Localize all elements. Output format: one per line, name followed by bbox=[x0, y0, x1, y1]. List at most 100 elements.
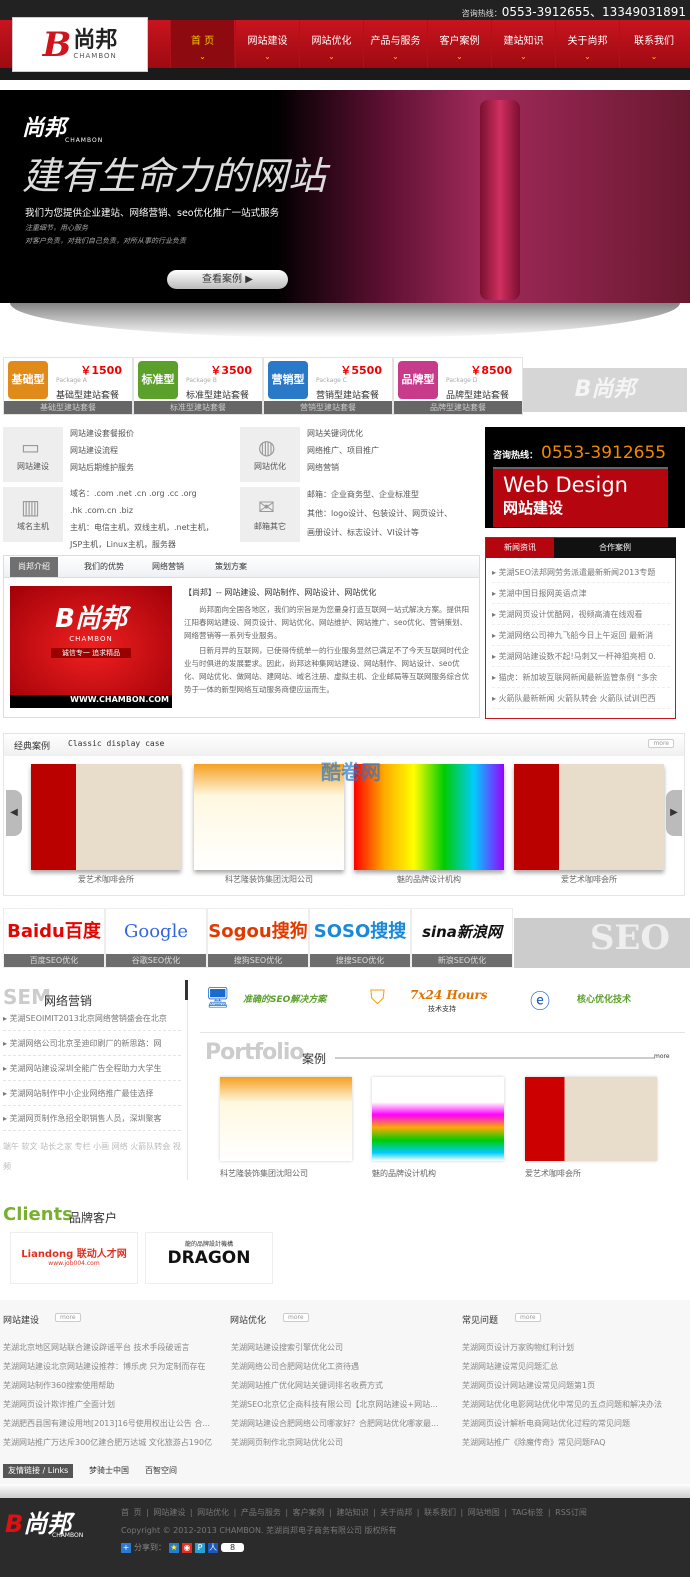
view-cases-button[interactable]: 查看案例 ▶ bbox=[167, 270, 288, 289]
more-link[interactable]: more bbox=[654, 1053, 670, 1060]
nav-cases[interactable]: 客户案例 ⌄ bbox=[427, 20, 491, 68]
footer-link[interactable]: 芜湖网页制作北京网站优化公司 bbox=[231, 1437, 456, 1448]
engine-baidu[interactable]: Baidu百度 百度SEO优化 bbox=[3, 908, 105, 968]
news-item[interactable]: ▸ 芜湖网站建设数不起!马刺又一杆神狙亮相 0. bbox=[492, 646, 670, 667]
more-button[interactable]: more bbox=[283, 1313, 309, 1322]
carousel-next-button[interactable]: ▶ bbox=[666, 790, 682, 836]
footer-link[interactable]: 芜湖网页设计网站建设常见问题第1页 bbox=[462, 1380, 688, 1391]
package-card[interactable]: 营销型 ￥5500 Package C 营销型建站套餐 营销型建站套餐 bbox=[263, 357, 393, 415]
service-website-build[interactable]: ▭ 网站建设 bbox=[3, 427, 63, 482]
qzone-icon[interactable]: ★ bbox=[169, 1542, 179, 1553]
sem-item[interactable]: ▸ 芜湖网站建设深圳全能广告全程助力大学生 bbox=[3, 1056, 181, 1081]
footer-link[interactable]: 芜湖网站建设合肥网络公司哪家好？合肥网站优化哪家最... bbox=[231, 1418, 456, 1429]
service-domain-host[interactable]: ▥ 域名主机 bbox=[3, 487, 63, 542]
footer-link[interactable]: 芜湖网页设计欺诈推广全面计划 bbox=[3, 1399, 228, 1410]
footer-link[interactable]: 芜湖网站制作360搜索使用帮助 bbox=[3, 1380, 228, 1391]
envelope-icon: ✉ bbox=[258, 495, 275, 519]
news-item[interactable]: ▸ 猫虎：新加坡互联网新闻最新监管条例 “多余 bbox=[492, 667, 670, 688]
tag-cloud[interactable]: 端午 软文 站长之家 专栏 小画 网络 火箭队转会 视频 bbox=[3, 1137, 181, 1177]
tencent-icon[interactable]: P bbox=[195, 1542, 205, 1553]
tab-planning[interactable]: 策划方案 bbox=[207, 557, 255, 577]
portfolio-caption[interactable]: 魅的品牌设计机构 bbox=[372, 1168, 436, 1179]
portfolio-caption[interactable]: 爱艺术咖啡会所 bbox=[525, 1168, 581, 1179]
sem-item[interactable]: ▸ 芜湖网页制作急招全职销售人员，深圳聚客 bbox=[3, 1106, 181, 1131]
case-caption[interactable]: 魅的品牌设计机构 bbox=[354, 874, 504, 885]
service-links: 邮箱：企业商务型、企业标准型 其他：logo设计、包装设计、网页设计、 画册设计、标… bbox=[307, 490, 453, 537]
footer-link[interactable]: 芜湖北京地区网站联合建设辟谣平台 技术手段破谣言 bbox=[3, 1342, 228, 1353]
chevron-down-icon: ⌄ bbox=[264, 52, 271, 61]
portfolio-thumbnail[interactable] bbox=[525, 1077, 657, 1161]
nav-website-build[interactable]: 网站建设 ⌄ bbox=[235, 20, 299, 68]
carousel-prev-button[interactable]: ◀ bbox=[6, 790, 22, 836]
footer-link[interactable]: 芜湖网络公司合肥网站优化工资待遇 bbox=[231, 1361, 456, 1372]
footer-link[interactable]: 芜湖网站建设搜索引擎优化公司 bbox=[231, 1342, 456, 1353]
sem-item[interactable]: ▸ 芜湖SEOIMIT2013北京网络营销盛会在北京 bbox=[3, 1006, 181, 1031]
footer-link[interactable]: 芜湖网站推广《除魔传奇》常见问题FAQ bbox=[462, 1437, 688, 1448]
news-item[interactable]: ▸ 芜湖网络公司神九飞船今日上午返回 最新消 bbox=[492, 625, 670, 646]
service-links: 网站建设套餐报价 网站建设流程 网站后期维护服务 bbox=[70, 429, 134, 472]
footer-link[interactable]: 芜湖网站建设北京网站建设推荐：博乐虎 只为定制而存在 bbox=[3, 1361, 228, 1372]
portfolio-thumbnail[interactable] bbox=[372, 1077, 504, 1161]
portfolio-thumbnail[interactable] bbox=[220, 1077, 352, 1161]
nav-about[interactable]: 关于尚邦 ⌄ bbox=[555, 20, 619, 68]
more-button[interactable]: more bbox=[55, 1313, 81, 1322]
sem-item[interactable]: ▸ 芜湖网站制作中小企业网络推广最佳选择 bbox=[3, 1081, 181, 1106]
nav-home[interactable]: 首 页 ⌄ bbox=[170, 20, 234, 68]
chevron-down-icon: ⌄ bbox=[456, 52, 463, 61]
tab-intro[interactable]: 尚邦介绍 bbox=[10, 557, 58, 577]
news-item[interactable]: ▸ 火箭队最新新闻 火箭队转会 火箭队试训巴西 bbox=[492, 688, 670, 709]
footer-link[interactable]: 芜湖SEO北京亿企商科技有限公司【北京网站建设+网站... bbox=[231, 1399, 456, 1410]
client-logo[interactable]: 龍的品牌設計機構 DRAGON bbox=[145, 1232, 273, 1284]
case-thumbnail[interactable] bbox=[31, 764, 181, 870]
engine-sina[interactable]: sina新浪网 新浪SEO优化 bbox=[411, 908, 513, 968]
tab-advantages[interactable]: 我们的优势 bbox=[76, 557, 132, 577]
sem-item[interactable]: ▸ 芜湖网络公司北京圣迪印刷厂的新思路：网 bbox=[3, 1031, 181, 1056]
divider bbox=[185, 980, 188, 1000]
service-mail-other[interactable]: ✉ 邮箱其它 bbox=[240, 487, 300, 542]
footer-link[interactable]: 芜湖网站推广优化网站关键词排名收费方式 bbox=[231, 1380, 456, 1391]
plus-icon[interactable]: + bbox=[121, 1542, 131, 1553]
case-caption[interactable]: 科艺隆装饰集团沈阳公司 bbox=[194, 874, 344, 885]
footer-link[interactable]: 芜湖网页设计万家购物红利计划 bbox=[462, 1342, 688, 1353]
case-caption[interactable]: 爱艺术咖啡会所 bbox=[514, 874, 664, 885]
news-item[interactable]: ▸ 芜湖SEO法邦网劳务派遣最新新闻2013专题 bbox=[492, 562, 670, 583]
browser-icon: ▭ bbox=[21, 435, 40, 459]
chevron-down-icon: ⌄ bbox=[392, 52, 399, 61]
friend-link[interactable]: 百智空间 bbox=[145, 1465, 177, 1476]
package-card[interactable]: 品牌型 ￥8500 Package D 品牌型建站套餐 品牌型建站套餐 bbox=[393, 357, 523, 415]
tab-marketing[interactable]: 网络营销 bbox=[144, 557, 192, 577]
service-seo[interactable]: ◍ 网站优化 bbox=[240, 427, 300, 482]
footer-link[interactable]: 芜湖网站建设常见问题汇总 bbox=[462, 1361, 688, 1372]
nav-seo[interactable]: 网站优化 ⌄ bbox=[299, 20, 363, 68]
portfolio-caption[interactable]: 科艺隆装饰集团沈阳公司 bbox=[220, 1168, 308, 1179]
footer-link[interactable]: 芜湖网页设计解析电商网站优化过程的常见问题 bbox=[462, 1418, 688, 1429]
chess-piece-graphic bbox=[480, 100, 520, 300]
renren-icon[interactable]: 人 bbox=[208, 1542, 218, 1553]
more-button[interactable]: more bbox=[515, 1313, 541, 1322]
weibo-icon[interactable]: ◉ bbox=[182, 1542, 192, 1553]
footer-link[interactable]: 芜湖肥西县国有建设用地[2013]16号使用权出让公告 合... bbox=[3, 1418, 228, 1429]
news-item[interactable]: ▸ 芜湖网页设计优酷网，视频高清在线观看 bbox=[492, 604, 670, 625]
section-title: 品牌客户 bbox=[69, 1211, 118, 1225]
tab-partner-cases[interactable]: 合作案例 bbox=[554, 538, 676, 558]
footer-link[interactable]: 芜湖网站优化电影网站优化中常见的五点问题和解决办法 bbox=[462, 1399, 688, 1410]
nav-contact[interactable]: 联系我们 ⌄ bbox=[619, 20, 688, 68]
footer-link[interactable]: 芜湖网站推广万达斥300亿建合肥万达城 文化旅游占190亿 bbox=[3, 1437, 228, 1448]
site-logo[interactable]: B 尚邦 CHAMBON bbox=[12, 17, 148, 72]
engine-soso[interactable]: SOSO搜搜 搜搜SEO优化 bbox=[309, 908, 411, 968]
engine-sogou[interactable]: Sogou搜狗 搜狗SEO优化 bbox=[207, 908, 309, 968]
tab-news[interactable]: 新闻资讯 bbox=[486, 538, 554, 558]
column-title: 常见问题 bbox=[462, 1316, 499, 1326]
package-card[interactable]: 标准型 ￥3500 Package B 标准型建站套餐 标准型建站套餐 bbox=[133, 357, 263, 415]
nav-products[interactable]: 产品与服务 ⌄ bbox=[363, 20, 427, 68]
more-button[interactable]: more bbox=[648, 739, 674, 748]
friend-link[interactable]: 梦骑士中国 bbox=[89, 1465, 129, 1476]
case-caption[interactable]: 爱艺术咖啡会所 bbox=[31, 874, 181, 885]
client-logo[interactable]: Liandong 联动人才网 www.job004.com bbox=[10, 1232, 138, 1284]
case-thumbnail[interactable] bbox=[514, 764, 664, 870]
binders-icon: ▥ bbox=[21, 495, 40, 519]
news-item[interactable]: ▸ 芜湖中国日报网英语点津 bbox=[492, 583, 670, 604]
package-card[interactable]: 基础型 ￥1500 Package A 基础型建站套餐 基础型建站套餐 bbox=[3, 357, 133, 415]
engine-google[interactable]: Google 谷歌SEO优化 bbox=[105, 908, 207, 968]
nav-knowledge[interactable]: 建站知识 ⌄ bbox=[491, 20, 555, 68]
